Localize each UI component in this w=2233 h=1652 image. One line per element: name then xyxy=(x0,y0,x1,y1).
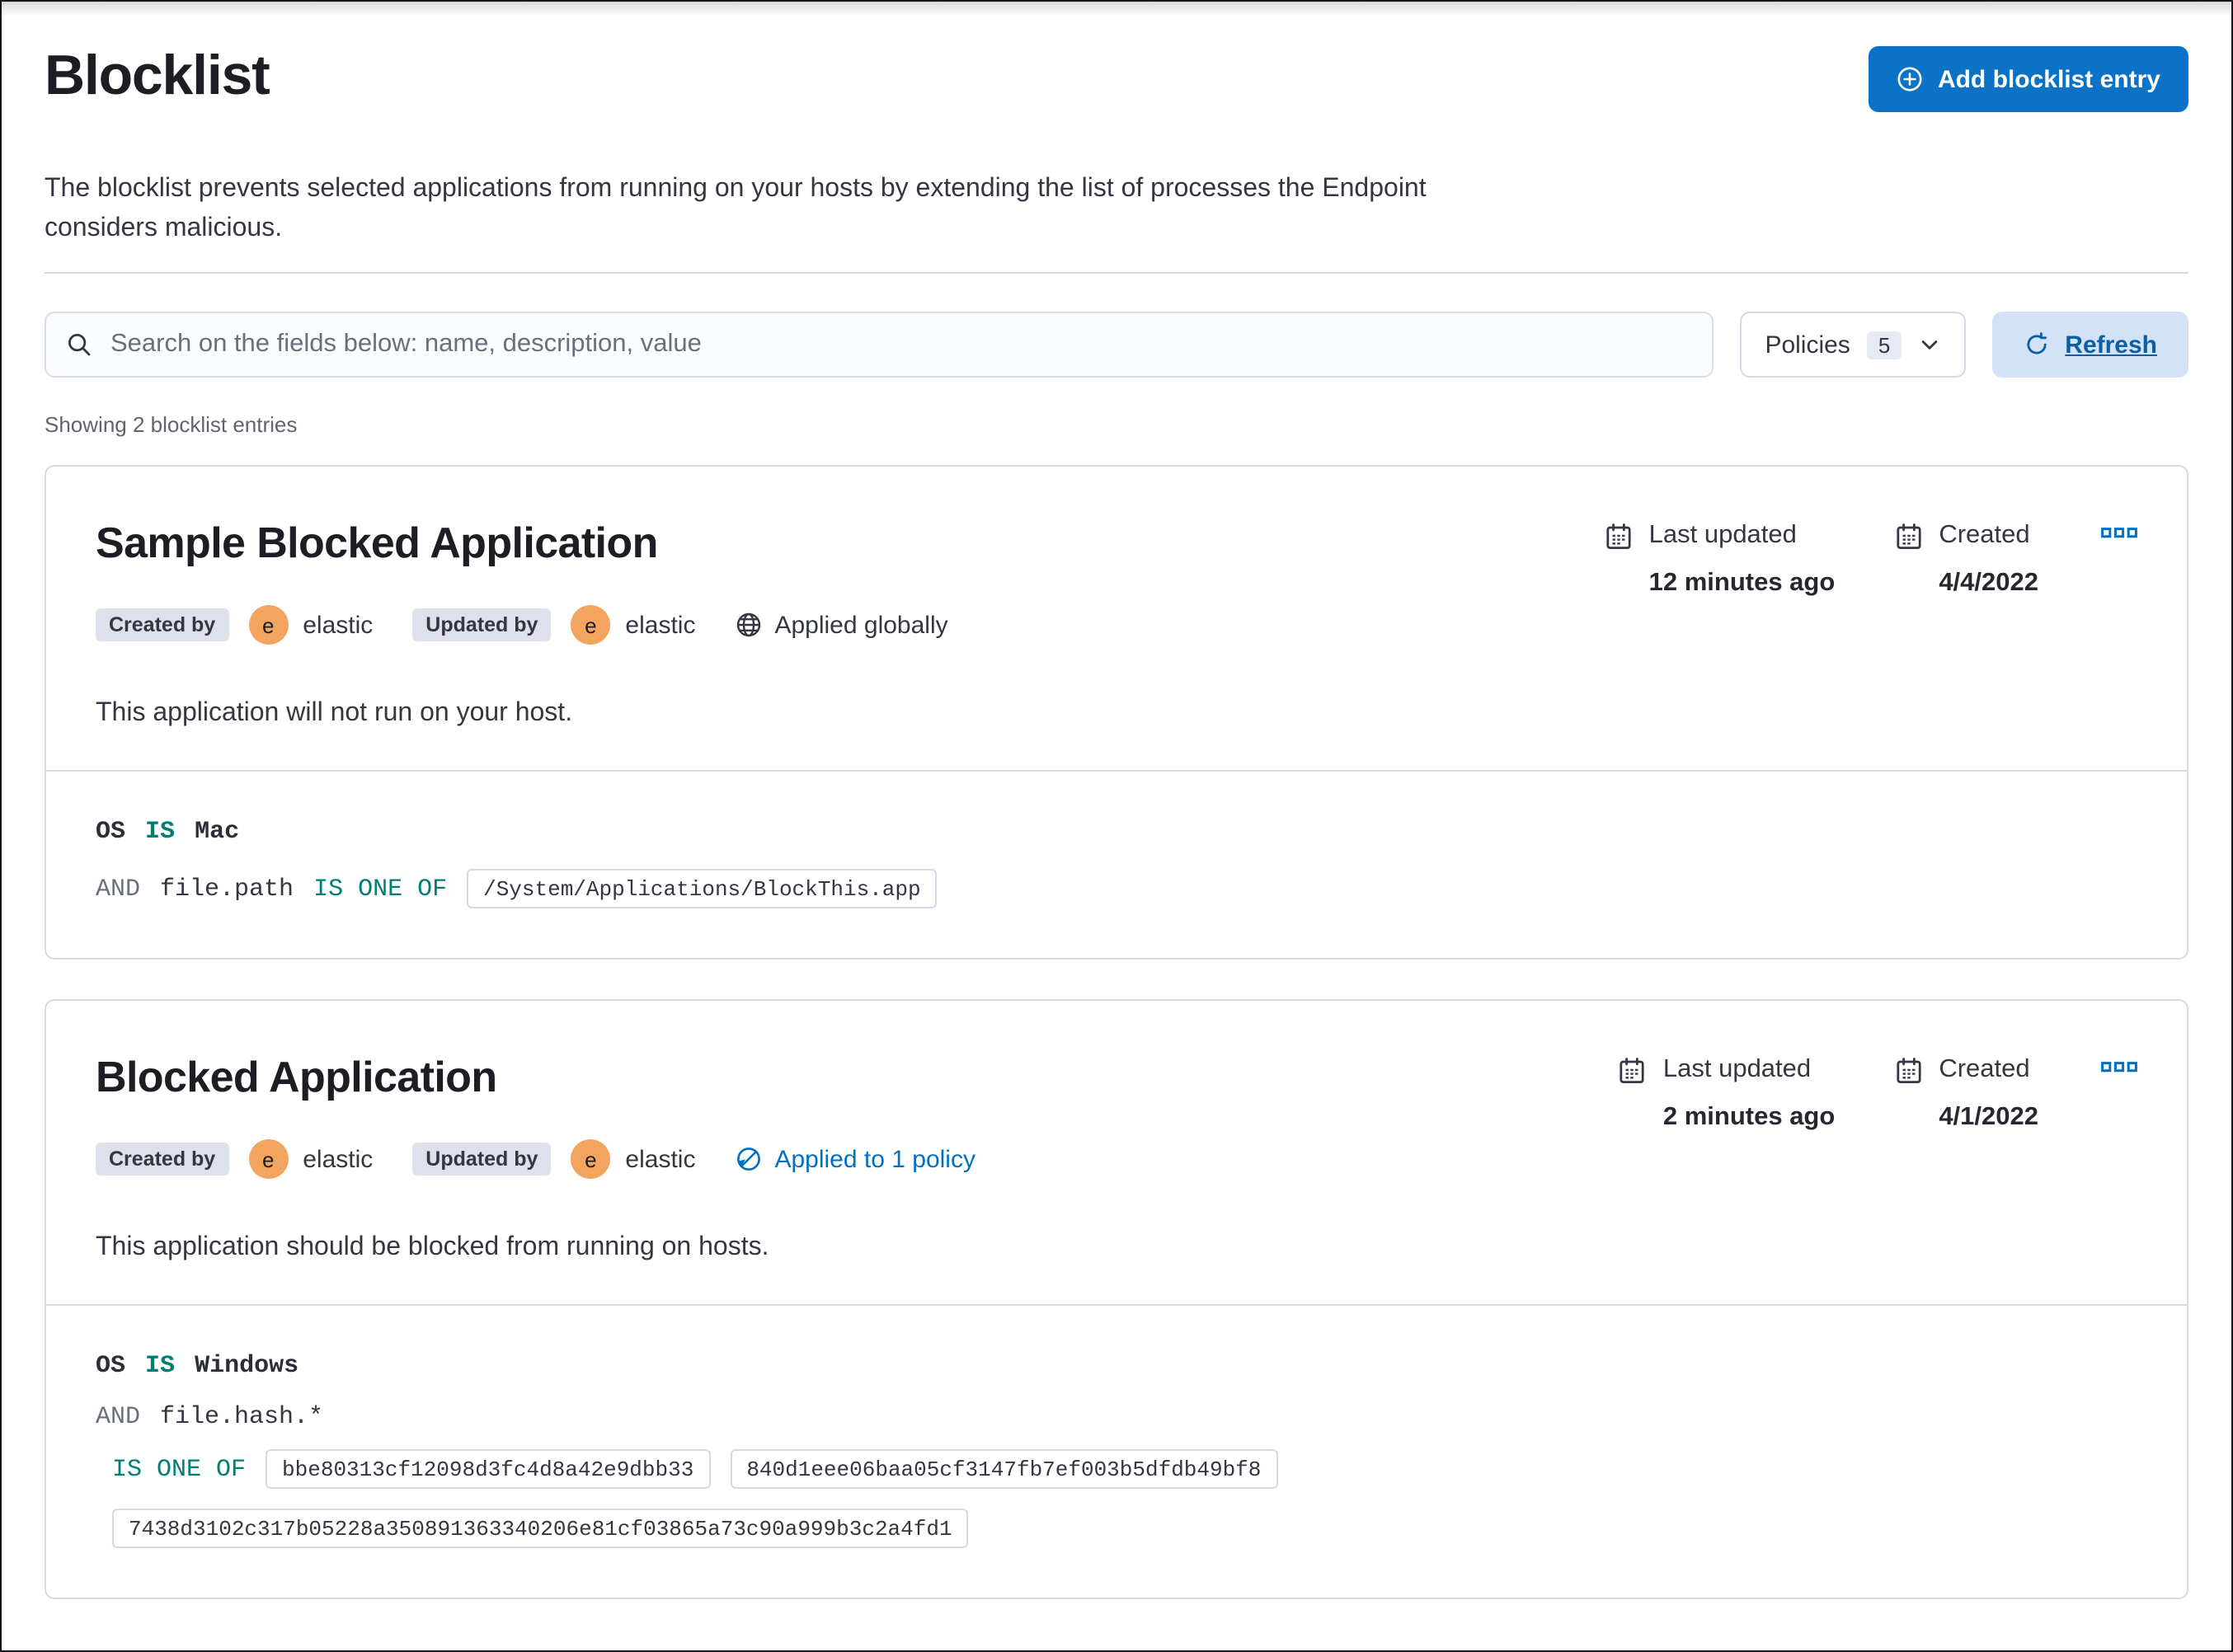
blocklist-page: Blocklist Add blocklist entry The blockl… xyxy=(0,0,2233,1652)
criteria-os-operator: IS xyxy=(145,818,176,846)
header-divider xyxy=(45,272,2188,274)
criteria-os-line: OS IS Windows xyxy=(96,1352,2137,1380)
entry-scope-label: Applied globally xyxy=(774,611,948,639)
criteria-os-field: OS xyxy=(96,1352,126,1380)
criteria-conjunction: AND xyxy=(96,875,141,903)
partial-circle-icon xyxy=(735,1146,761,1172)
boxes-horizontal-icon xyxy=(2101,1062,2137,1073)
last-updated-value: 12 minutes ago xyxy=(1648,569,1836,597)
last-updated-label: Last updated xyxy=(1648,521,1797,549)
entry-header: Sample Blocked Application Created by e … xyxy=(46,467,2187,770)
entry-actions-menu-button[interactable] xyxy=(2098,524,2141,542)
policies-filter-label: Policies xyxy=(1765,331,1850,359)
entry-scope-label: Applied to 1 policy xyxy=(774,1145,975,1173)
entry-meta-row: Created by e elastic Updated by e elasti… xyxy=(96,605,1605,645)
criteria-os-operator: IS xyxy=(145,1352,176,1380)
criteria-operator: IS ONE OF xyxy=(112,1455,247,1483)
entry-title: Blocked Application xyxy=(96,1052,497,1101)
created-group: Created 4/4/2022 xyxy=(1894,521,2038,598)
created-group: Created 4/1/2022 xyxy=(1894,1055,2038,1133)
calendar-icon xyxy=(1894,523,1922,598)
criteria-value-chip: /System/Applications/BlockThis.app xyxy=(467,869,938,908)
criteria-field: file.path xyxy=(160,875,294,903)
last-updated-group: Last updated 12 minutes ago xyxy=(1605,521,1836,598)
last-updated-value: 2 minutes ago xyxy=(1662,1103,1836,1131)
results-count: Showing 2 blocklist entries xyxy=(45,412,298,437)
page-description: The blocklist prevents selected applicat… xyxy=(45,175,1427,242)
updated-by-avatar: e xyxy=(571,605,611,645)
page-title: Blocklist xyxy=(45,45,270,107)
chevron-down-icon xyxy=(1918,333,1941,356)
created-value: 4/1/2022 xyxy=(1939,1103,2038,1131)
refresh-icon xyxy=(2024,331,2050,358)
criteria-operator: IS ONE OF xyxy=(313,875,448,903)
calendar-icon xyxy=(1619,1057,1647,1133)
entry-header-left: Blocked Application Created by e elastic… xyxy=(96,1050,1619,1268)
entry-scope-policy-link[interactable]: Applied to 1 policy xyxy=(735,1145,975,1173)
created-label: Created xyxy=(1939,1055,2030,1083)
blocklist-entry-card: Sample Blocked Application Created by e … xyxy=(45,465,2188,960)
calendar-icon xyxy=(1894,1057,1922,1133)
search-icon xyxy=(66,331,92,358)
entry-meta-row: Created by e elastic Updated by e elasti… xyxy=(96,1139,1619,1179)
page-header: Blocklist Add blocklist entry xyxy=(45,43,2188,112)
calendar-icon xyxy=(1605,523,1633,598)
globe-icon xyxy=(735,612,761,638)
criteria-value-chip: 840d1eee06baa05cf3147fb7ef003b5dfdb49bf8 xyxy=(730,1449,1278,1489)
updated-by-user: elastic xyxy=(625,611,696,639)
created-by-avatar: e xyxy=(248,1139,289,1179)
updated-by-badge: Updated by xyxy=(412,608,552,641)
criteria-value-chip: bbe80313cf12098d3fc4d8a42e9dbb33 xyxy=(266,1449,711,1489)
entry-header: Blocked Application Created by e elastic… xyxy=(46,1001,2187,1304)
criteria-value-chip: 7438d3102c317b05228a350891363340206e81cf… xyxy=(112,1509,969,1548)
criteria-os-value: Windows xyxy=(195,1352,299,1380)
add-blocklist-entry-button[interactable]: Add blocklist entry xyxy=(1868,46,2188,112)
last-updated-label: Last updated xyxy=(1662,1055,1812,1083)
criteria-conjunction: AND xyxy=(96,1403,141,1431)
criteria-os-value: Mac xyxy=(195,818,240,846)
criteria-condition-line: AND file.hash.* xyxy=(96,1403,2137,1431)
boxes-horizontal-icon xyxy=(2101,528,2137,539)
entry-header-right: Last updated 12 minutes ago Created 4/4/… xyxy=(1605,516,2141,598)
entry-description: This application should be blocked from … xyxy=(96,1233,769,1261)
updated-by-user: elastic xyxy=(625,1145,696,1173)
entry-criteria: OS IS Windows AND file.hash.* IS ONE OF … xyxy=(46,1304,2187,1598)
refresh-button[interactable]: Refresh xyxy=(1992,312,2188,378)
criteria-values-line: IS ONE OF bbe80313cf12098d3fc4d8a42e9dbb… xyxy=(96,1449,2137,1548)
controls-row: Policies 5 Refresh xyxy=(45,312,2188,378)
entry-description: This application will not run on your ho… xyxy=(96,699,573,727)
last-updated-group: Last updated 2 minutes ago xyxy=(1619,1055,1835,1133)
created-by-badge: Created by xyxy=(96,608,229,641)
policies-count-badge: 5 xyxy=(1866,331,1902,359)
created-by-user: elastic xyxy=(303,611,374,639)
entry-title: Sample Blocked Application xyxy=(96,518,658,567)
criteria-os-field: OS xyxy=(96,818,126,846)
created-by-badge: Created by xyxy=(96,1143,229,1176)
updated-by-badge: Updated by xyxy=(412,1143,552,1176)
policies-filter-button[interactable]: Policies 5 xyxy=(1740,312,1967,378)
criteria-field: file.hash.* xyxy=(160,1403,324,1431)
refresh-label: Refresh xyxy=(2065,331,2157,359)
created-label: Created xyxy=(1939,521,2030,549)
criteria-os-line: OS IS Mac xyxy=(96,818,2137,846)
blocklist-entry-card: Blocked Application Created by e elastic… xyxy=(45,999,2188,1599)
plus-circle-icon xyxy=(1897,66,1923,92)
updated-by-avatar: e xyxy=(571,1139,611,1179)
search-box xyxy=(45,312,1714,378)
entry-header-right: Last updated 2 minutes ago Created 4/1/2… xyxy=(1619,1050,2141,1133)
created-by-user: elastic xyxy=(303,1145,374,1173)
criteria-condition-line: AND file.path IS ONE OF /System/Applicat… xyxy=(96,869,2137,908)
add-blocklist-entry-label: Add blocklist entry xyxy=(1937,65,2160,93)
entry-header-left: Sample Blocked Application Created by e … xyxy=(96,516,1605,734)
page-content: Blocklist Add blocklist entry The blockl… xyxy=(2,2,2231,1652)
entry-actions-menu-button[interactable] xyxy=(2098,1058,2141,1077)
entry-scope: Applied globally xyxy=(735,611,948,639)
entry-criteria: OS IS Mac AND file.path IS ONE OF /Syste… xyxy=(46,770,2187,958)
created-by-avatar: e xyxy=(248,605,289,645)
search-input[interactable] xyxy=(107,328,1693,361)
created-value: 4/4/2022 xyxy=(1939,569,2038,597)
